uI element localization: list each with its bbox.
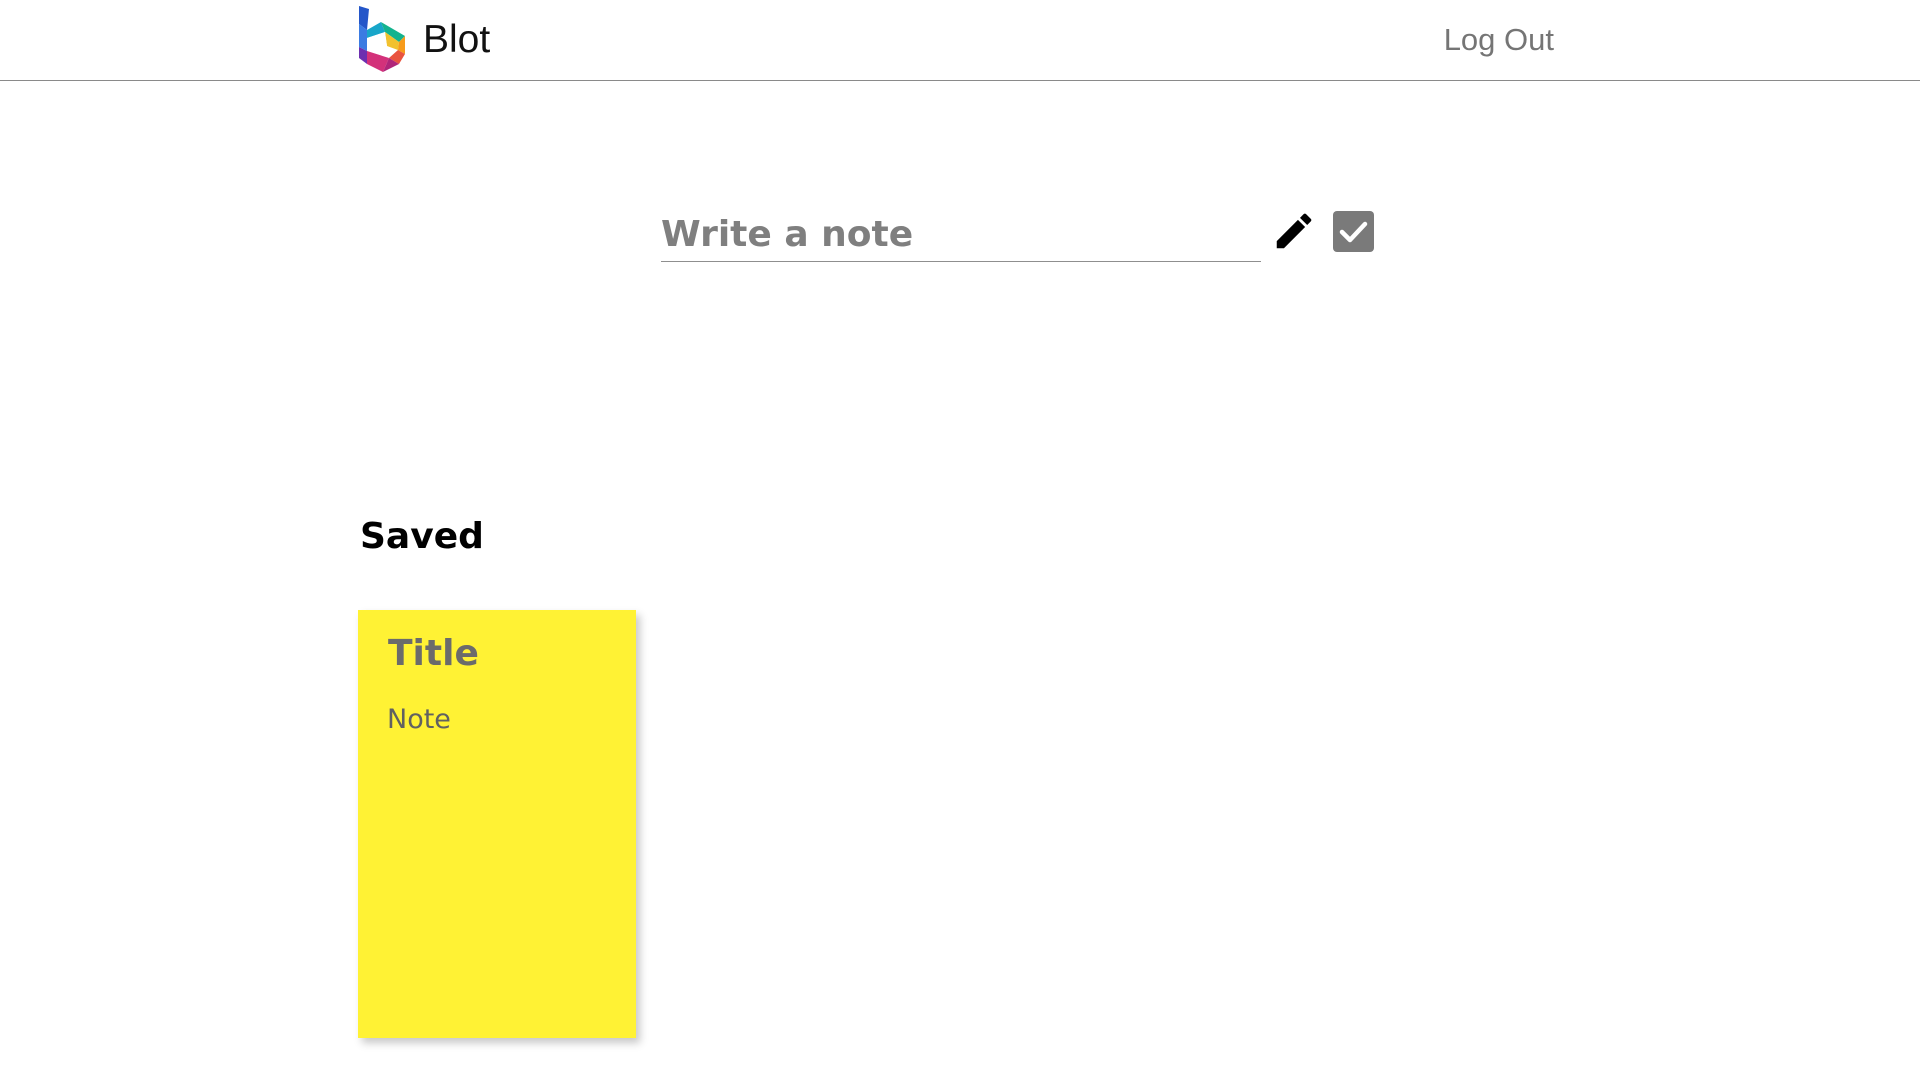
app-page: Blot Log Out Saved Title Note: [0, 0, 1920, 1080]
logout-link[interactable]: Log Out: [1444, 24, 1554, 55]
brand-name: Blot: [423, 17, 491, 61]
checkbox-check-icon[interactable]: [1333, 211, 1374, 252]
note-composer: [661, 204, 1374, 262]
note-input[interactable]: [661, 208, 1261, 262]
note-title: Title: [388, 633, 479, 674]
pencil-icon[interactable]: [1271, 208, 1317, 254]
brand[interactable]: Blot: [359, 6, 490, 72]
note-card[interactable]: Title Note: [358, 610, 636, 1038]
blot-logo-icon: [359, 6, 405, 72]
top-navbar: Blot Log Out: [0, 0, 1920, 81]
saved-section-heading: Saved: [360, 516, 484, 557]
note-body: Note: [387, 704, 451, 735]
